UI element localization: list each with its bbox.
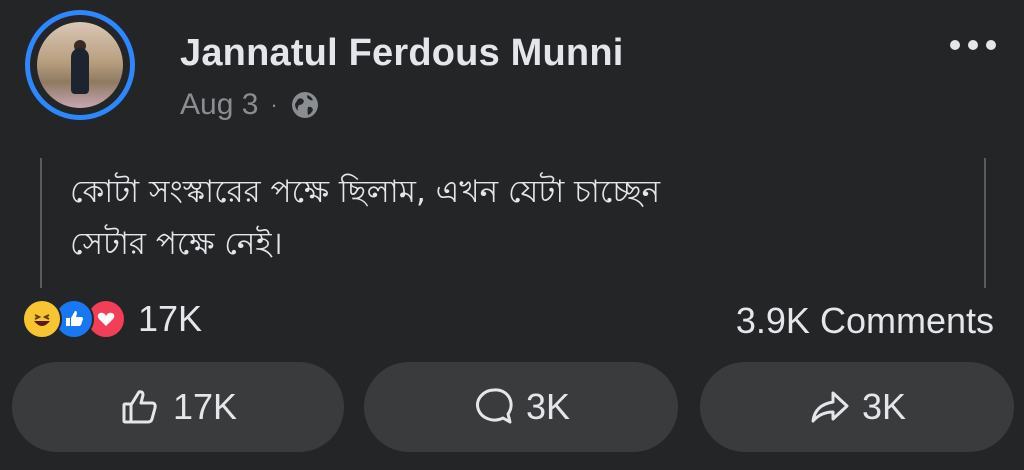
more-dot-icon (986, 40, 996, 50)
post-text-line: সেটার পক্ষে নেই। (70, 226, 283, 262)
more-options-button[interactable] (950, 40, 996, 50)
like-count: 17K (172, 386, 238, 427)
meta-separator: · (270, 92, 278, 117)
reaction-count: 17K (138, 298, 203, 339)
comments-count-link[interactable]: 3.9K Comments (736, 300, 994, 342)
more-dot-icon (968, 40, 978, 50)
post-text: কোটা সংস্কারের পক্ষে ছিলাম, এখন যেটা চাচ… (70, 166, 950, 270)
author-name[interactable]: Jannatul Ferdous Munni (180, 32, 624, 75)
post-text-line: কোটা সংস্কারের পক্ষে ছিলাম, এখন যেটা চাচ… (70, 174, 661, 210)
comment-count: 3K (525, 386, 571, 427)
more-dot-icon (950, 40, 960, 50)
share-count: 3K (861, 386, 907, 427)
reactions-summary[interactable]: 17K (22, 298, 202, 340)
thumbs-up-icon (122, 390, 157, 424)
profile-avatar-ring[interactable] (25, 10, 135, 120)
haha-icon (22, 299, 62, 339)
comment-bubble-icon (476, 388, 513, 424)
post-date[interactable]: Aug 3 (180, 88, 258, 122)
like-button[interactable]: 17K (12, 362, 344, 452)
globe-icon (291, 92, 318, 118)
comment-button[interactable]: 3K (364, 362, 678, 452)
post-meta: Aug 3 · (180, 88, 320, 122)
share-arrow-icon (811, 391, 849, 423)
share-button[interactable]: 3K (700, 362, 1014, 452)
avatar (37, 22, 123, 108)
